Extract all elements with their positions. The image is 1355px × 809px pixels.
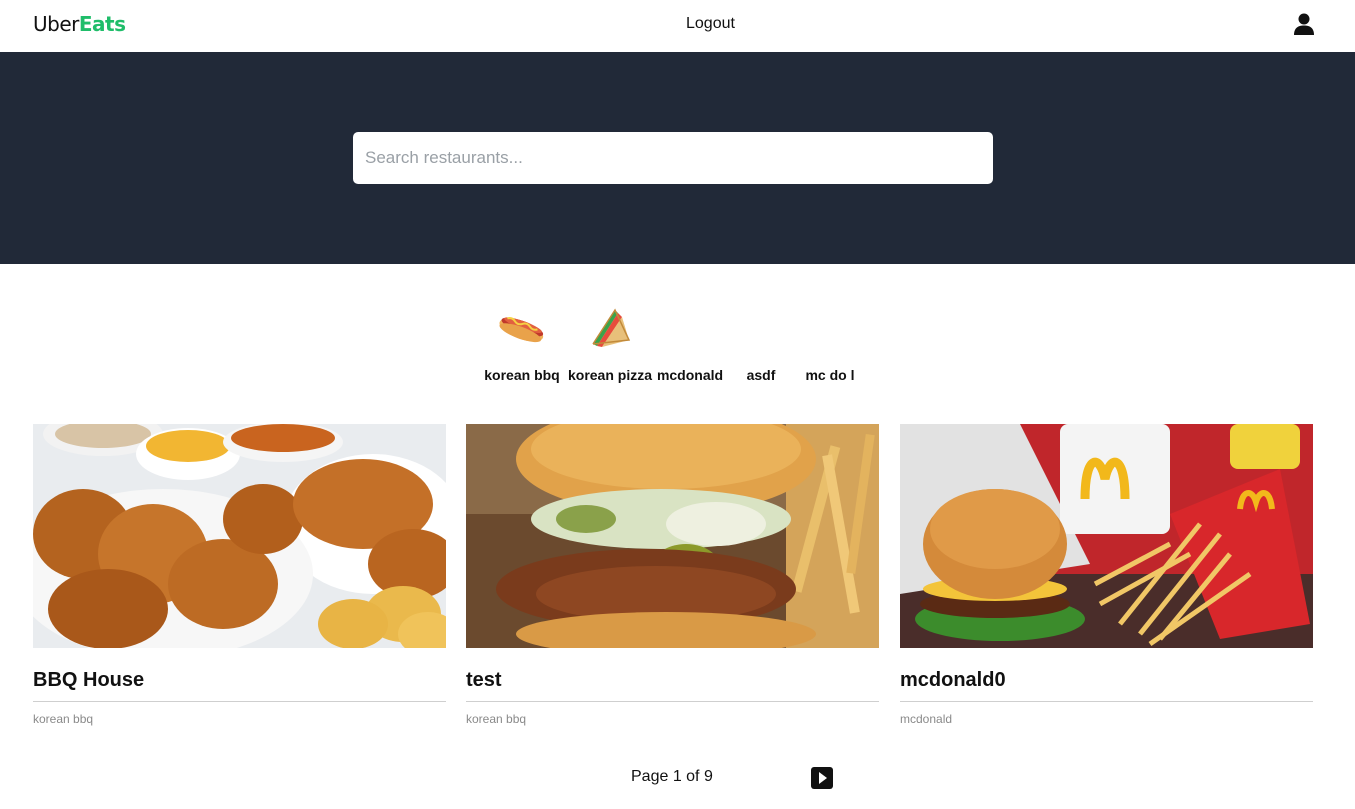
logout-link[interactable]: Logout <box>686 15 735 33</box>
category-label: korean pizza <box>567 367 653 383</box>
category-label: asdf <box>746 367 776 383</box>
restaurant-card[interactable]: mcdonald0 mcdonald <box>900 424 1313 726</box>
logo-eats-text: Eats <box>78 12 126 36</box>
restaurant-category: korean bbq <box>33 712 94 726</box>
restaurant-category: korean bbq <box>466 712 527 726</box>
category-korean-bbq[interactable]: korean bbq <box>482 300 562 390</box>
restaurant-name: BBQ House <box>33 669 446 702</box>
sandwich-icon <box>592 308 631 347</box>
restaurant-name: mcdonald0 <box>900 669 1313 702</box>
category-list: korean bbq korean pizza mcdonald asdf mc… <box>0 300 1355 390</box>
pagination-label: Page 1 of 9 <box>631 768 713 785</box>
category-label: mcdonald <box>656 367 724 383</box>
logo-uber-text: Uber <box>33 12 79 36</box>
next-page-icon[interactable] <box>811 767 833 789</box>
uber-eats-logo[interactable]: UberEats <box>33 12 126 36</box>
restaurant-name: test <box>466 669 879 702</box>
category-label: mc do l <box>805 367 855 383</box>
hotdog-icon <box>499 317 544 343</box>
restaurant-card[interactable]: BBQ House korean bbq <box>13 412 463 726</box>
category-label: korean bbq <box>484 367 560 383</box>
restaurant-card[interactable]: test korean bbq <box>466 404 879 726</box>
chicken-burger-photo <box>466 404 879 656</box>
user-icon[interactable] <box>1294 13 1314 35</box>
restaurant-category: mcdonald <box>900 712 953 726</box>
top-nav: UberEats Logout <box>0 0 1355 52</box>
fried-chicken-photo <box>13 412 463 659</box>
category-mcdonald[interactable]: mcdonald <box>655 300 725 390</box>
category-asdf[interactable]: asdf <box>740 300 782 390</box>
search-input[interactable] <box>353 132 993 184</box>
mcdonalds-meal-photo <box>900 424 1313 648</box>
category-mc-do-l[interactable]: mc do l <box>800 300 860 390</box>
search-hero <box>0 52 1355 264</box>
category-korean-pizza[interactable]: korean pizza <box>565 300 655 390</box>
